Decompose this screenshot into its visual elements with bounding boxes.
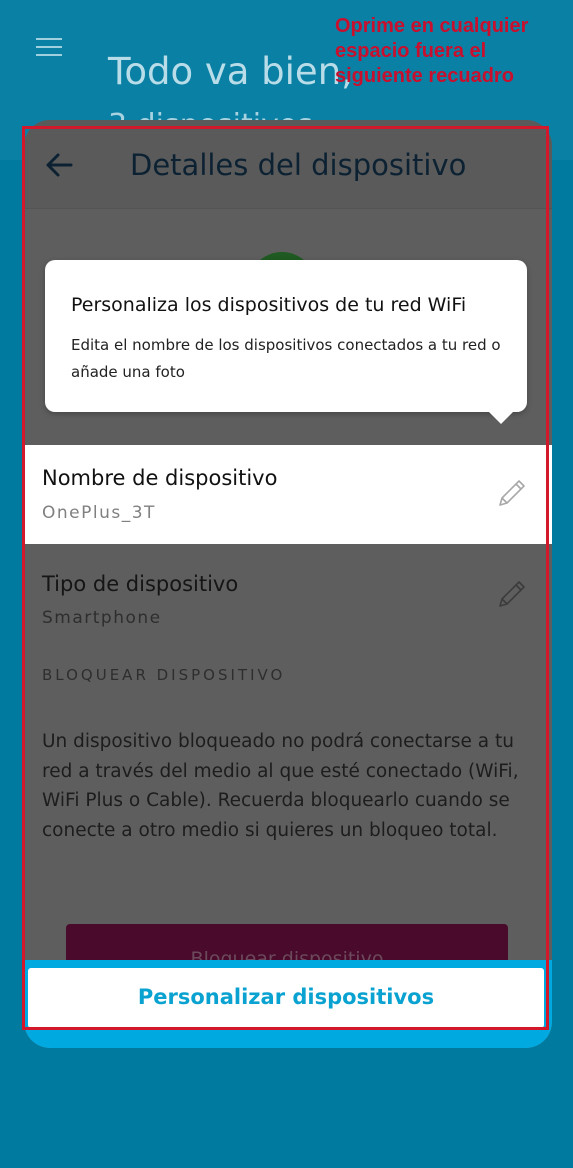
device-type-label: Tipo de dispositivo <box>42 572 239 596</box>
home-greeting: Todo va bien, <box>108 50 353 93</box>
pencil-icon[interactable] <box>492 475 530 513</box>
block-description: Un dispositivo bloqueado no podrá conect… <box>42 731 519 841</box>
device-type-row[interactable]: Tipo de dispositivo Smartphone <box>24 556 552 636</box>
hamburger-menu-icon[interactable] <box>36 38 62 58</box>
page-title: Detalles del dispositivo <box>130 148 467 182</box>
tooltip-title: Personaliza los dispositivos de tu red W… <box>71 294 467 316</box>
device-details-topbar: Detalles del dispositivo <box>24 120 552 209</box>
personalize-devices-button[interactable]: Personalizar dispositivos <box>28 968 544 1028</box>
block-section-heading: BLOQUEAR DISPOSITIVO <box>42 666 286 684</box>
personalize-devices-button-label: Personalizar dispositivos <box>137 985 435 1009</box>
device-name-label: Nombre de dispositivo <box>42 466 278 490</box>
back-arrow-icon[interactable] <box>44 150 74 180</box>
device-details-sheet: Detalles del dispositivo Personaliza los… <box>24 120 552 1048</box>
device-name-value: OnePlus_3T <box>42 503 156 523</box>
pencil-icon[interactable] <box>492 576 530 614</box>
customize-tooltip: Personaliza los dispositivos de tu red W… <box>45 260 527 424</box>
device-type-value: Smartphone <box>42 608 162 628</box>
tooltip-body: Edita el nombre de los dispositivos cone… <box>71 336 501 381</box>
tutorial-instruction: Oprime en cualquier espacio fuera el sig… <box>335 15 529 87</box>
device-name-row[interactable]: Nombre de dispositivo OnePlus_3T <box>24 445 552 544</box>
